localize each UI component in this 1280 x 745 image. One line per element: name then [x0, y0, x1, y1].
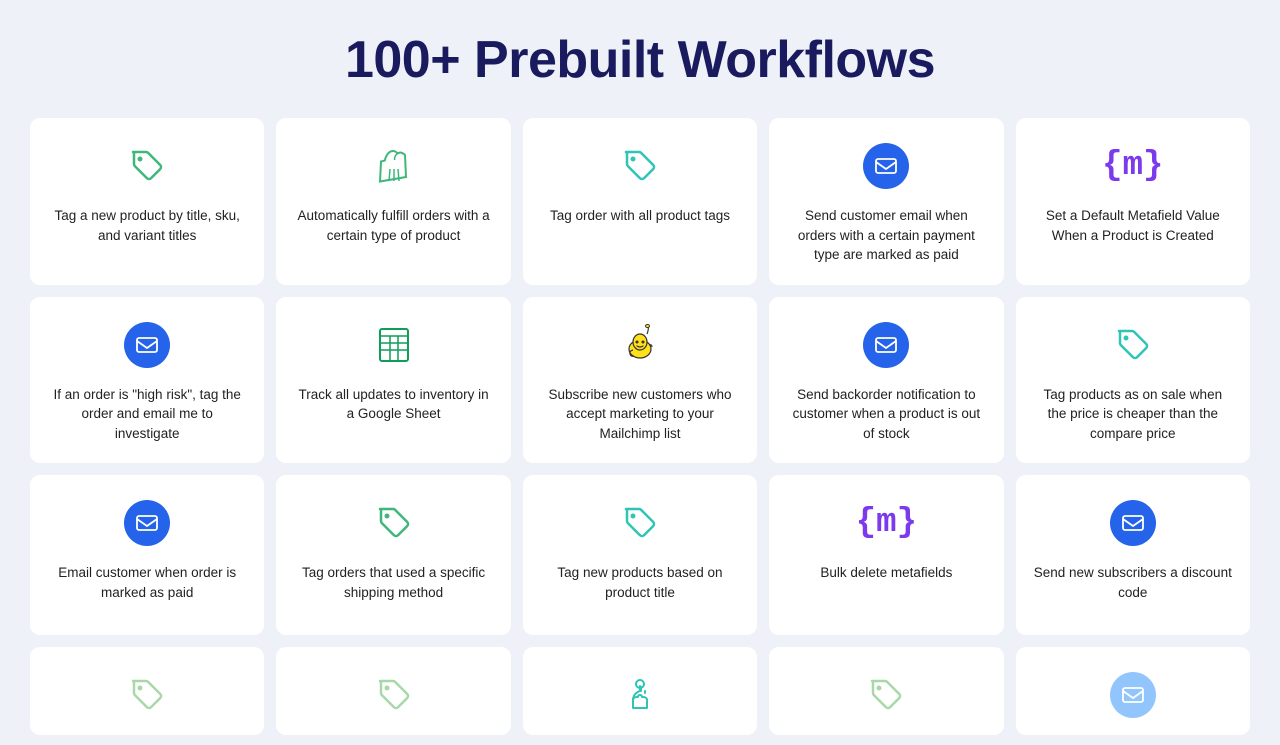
workflow-card-11[interactable]: Email customer when order is marked as p…: [30, 475, 264, 635]
card-icon-11: [121, 497, 173, 549]
workflow-card-3[interactable]: Tag order with all product tags: [523, 118, 757, 285]
card-text-4: Send customer email when orders with a c…: [787, 206, 985, 265]
workflow-card-13[interactable]: Tag new products based on product title: [523, 475, 757, 635]
card-text-13: Tag new products based on product title: [541, 563, 739, 602]
workflow-card-6[interactable]: If an order is "high risk", tag the orde…: [30, 297, 264, 464]
card-text-11: Email customer when order is marked as p…: [48, 563, 246, 602]
card-text-9: Send backorder notification to customer …: [787, 385, 985, 444]
workflow-card-10[interactable]: Tag products as on sale when the price i…: [1016, 297, 1250, 464]
card-text-3: Tag order with all product tags: [550, 206, 730, 226]
card-icon-2: [368, 140, 420, 192]
workflow-card-4[interactable]: Send customer email when orders with a c…: [769, 118, 1003, 285]
card-text-12: Tag orders that used a specific shipping…: [294, 563, 492, 602]
workflow-card-17[interactable]: [276, 647, 510, 735]
card-text-7: Track all updates to inventory in a Goog…: [294, 385, 492, 424]
card-icon-5: {m}: [1107, 140, 1159, 192]
card-icon-20: [1107, 669, 1159, 721]
card-icon-14: {m}: [860, 497, 912, 549]
workflow-card-5[interactable]: {m} Set a Default Metafield Value When a …: [1016, 118, 1250, 285]
card-icon-1: [121, 140, 173, 192]
workflow-card-1[interactable]: Tag a new product by title, sku, and var…: [30, 118, 264, 285]
card-icon-15: [1107, 497, 1159, 549]
card-text-1: Tag a new product by title, sku, and var…: [48, 206, 246, 245]
card-icon-19: [860, 669, 912, 721]
card-icon-6: [121, 319, 173, 371]
card-icon-17: [368, 669, 420, 721]
workflow-card-9[interactable]: Send backorder notification to customer …: [769, 297, 1003, 464]
page-title: 100+ Prebuilt Workflows: [30, 30, 1250, 90]
card-text-2: Automatically fulfill orders with a cert…: [294, 206, 492, 245]
workflow-card-15[interactable]: Send new subscribers a discount code: [1016, 475, 1250, 635]
card-text-14: Bulk delete metafields: [820, 563, 952, 583]
card-icon-16: [121, 669, 173, 721]
card-icon-13: [614, 497, 666, 549]
workflow-card-14[interactable]: {m} Bulk delete metafields: [769, 475, 1003, 635]
card-text-5: Set a Default Metafield Value When a Pro…: [1034, 206, 1232, 245]
workflow-card-19[interactable]: [769, 647, 1003, 735]
workflow-card-20[interactable]: [1016, 647, 1250, 735]
card-text-6: If an order is "high risk", tag the orde…: [48, 385, 246, 444]
workflow-card-2[interactable]: Automatically fulfill orders with a cert…: [276, 118, 510, 285]
card-text-8: Subscribe new customers who accept marke…: [541, 385, 739, 444]
workflow-card-8[interactable]: Subscribe new customers who accept marke…: [523, 297, 757, 464]
workflow-card-16[interactable]: [30, 647, 264, 735]
workflow-card-12[interactable]: Tag orders that used a specific shipping…: [276, 475, 510, 635]
card-icon-18: [614, 669, 666, 721]
card-text-15: Send new subscribers a discount code: [1034, 563, 1232, 602]
card-icon-12: [368, 497, 420, 549]
workflow-card-7[interactable]: Track all updates to inventory in a Goog…: [276, 297, 510, 464]
card-icon-10: [1107, 319, 1159, 371]
card-icon-9: [860, 319, 912, 371]
card-icon-3: [614, 140, 666, 192]
page-wrapper: 100+ Prebuilt Workflows Tag a new produc…: [0, 0, 1280, 745]
card-icon-7: [368, 319, 420, 371]
card-text-10: Tag products as on sale when the price i…: [1034, 385, 1232, 444]
card-icon-8: [614, 319, 666, 371]
workflow-card-18[interactable]: [523, 647, 757, 735]
card-icon-4: [860, 140, 912, 192]
workflow-grid: Tag a new product by title, sku, and var…: [30, 118, 1250, 735]
